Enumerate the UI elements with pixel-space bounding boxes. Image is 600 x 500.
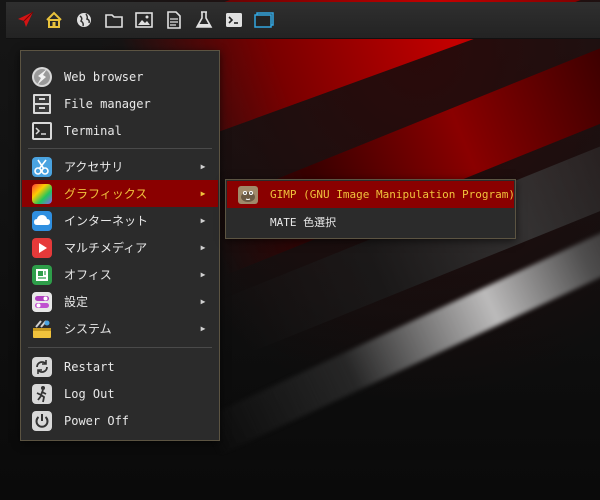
graphics-icon [31,183,53,205]
file-manager-icon [31,93,53,115]
menu-separator [28,148,212,149]
menu-category-graphics[interactable]: グラフィックス ▶ [22,180,218,207]
menu-item-label: グラフィックス [64,187,148,201]
menu-item-label: マルチメディア [64,241,148,255]
multimedia-icon [31,237,53,259]
menu-item-label: オフィス [64,268,112,282]
submenu-item-mate-color-select[interactable]: MATE 色選択 [227,208,514,235]
menu-item-label: システム [64,322,112,336]
image-icon[interactable] [132,7,156,33]
document-icon[interactable] [162,7,186,33]
home-icon[interactable] [42,7,66,33]
submenu-arrow-icon: ▶ [200,243,206,252]
logout-icon [31,383,53,405]
internet-icon [31,210,53,232]
menu-item-label: File manager [64,96,151,111]
power-icon [31,410,53,432]
menu-category-accessories[interactable]: アクセサリ ▶ [22,153,218,180]
menu-item-label: Restart [64,359,115,374]
menu-item-label: インターネット [64,214,149,228]
menu-category-office[interactable]: オフィス ▶ [22,261,218,288]
submenu-item-label: GIMP (GNU Image Manipulation Program) [270,188,516,201]
menu-category-multimedia[interactable]: マルチメディア ▶ [22,234,218,261]
menu-category-internet[interactable]: インターネット ▶ [22,207,218,234]
submenu-arrow-icon: ▶ [200,297,206,306]
menu-item-label: Log Out [64,386,115,401]
submenu-item-label: MATE 色選択 [270,215,337,229]
menu-item-label: Terminal [64,123,122,138]
menu-item-log-out[interactable]: Log Out [22,380,218,407]
menu-item-web-browser[interactable]: Web browser [22,63,218,90]
menu-category-system[interactable]: システム ▶ [22,315,218,342]
gimp-icon [237,184,259,206]
submenu-arrow-icon: ▶ [200,324,206,333]
submenu-arrow-icon: ▶ [200,189,206,198]
menu-item-file-manager[interactable]: File manager [22,90,218,117]
office-icon [31,264,53,286]
window-icon[interactable] [252,7,276,33]
system-icon [31,318,53,340]
graphics-submenu: GIMP (GNU Image Manipulation Program) MA… [225,179,516,239]
menu-item-label: 設定 [64,295,89,309]
flask-icon[interactable] [192,7,216,33]
folder-icon[interactable] [102,7,126,33]
settings-icon [31,291,53,313]
terminal-icon[interactable] [222,7,246,33]
submenu-arrow-icon: ▶ [200,270,206,279]
web-browser-icon [31,66,53,88]
menu-item-label: Power Off [64,413,130,428]
menu-separator [28,347,212,348]
accessories-icon [31,156,53,178]
menu-category-settings[interactable]: 設定 ▶ [22,288,218,315]
terminal-app-icon [31,120,53,142]
application-menu: Web browser File manager Terminal アクセサリ … [20,50,220,441]
submenu-arrow-icon: ▶ [200,216,206,225]
menu-item-label: アクセサリ [64,160,124,174]
menu-item-restart[interactable]: Restart [22,353,218,380]
globe-icon[interactable] [72,7,96,33]
rocket-icon[interactable] [12,5,38,35]
top-panel [6,2,600,39]
submenu-item-gimp[interactable]: GIMP (GNU Image Manipulation Program) [227,181,516,208]
submenu-arrow-icon: ▶ [200,162,206,171]
restart-icon [31,356,53,378]
menu-item-label: Web browser [64,69,144,84]
menu-item-terminal[interactable]: Terminal [22,117,218,144]
menu-item-power-off[interactable]: Power Off [22,407,218,434]
